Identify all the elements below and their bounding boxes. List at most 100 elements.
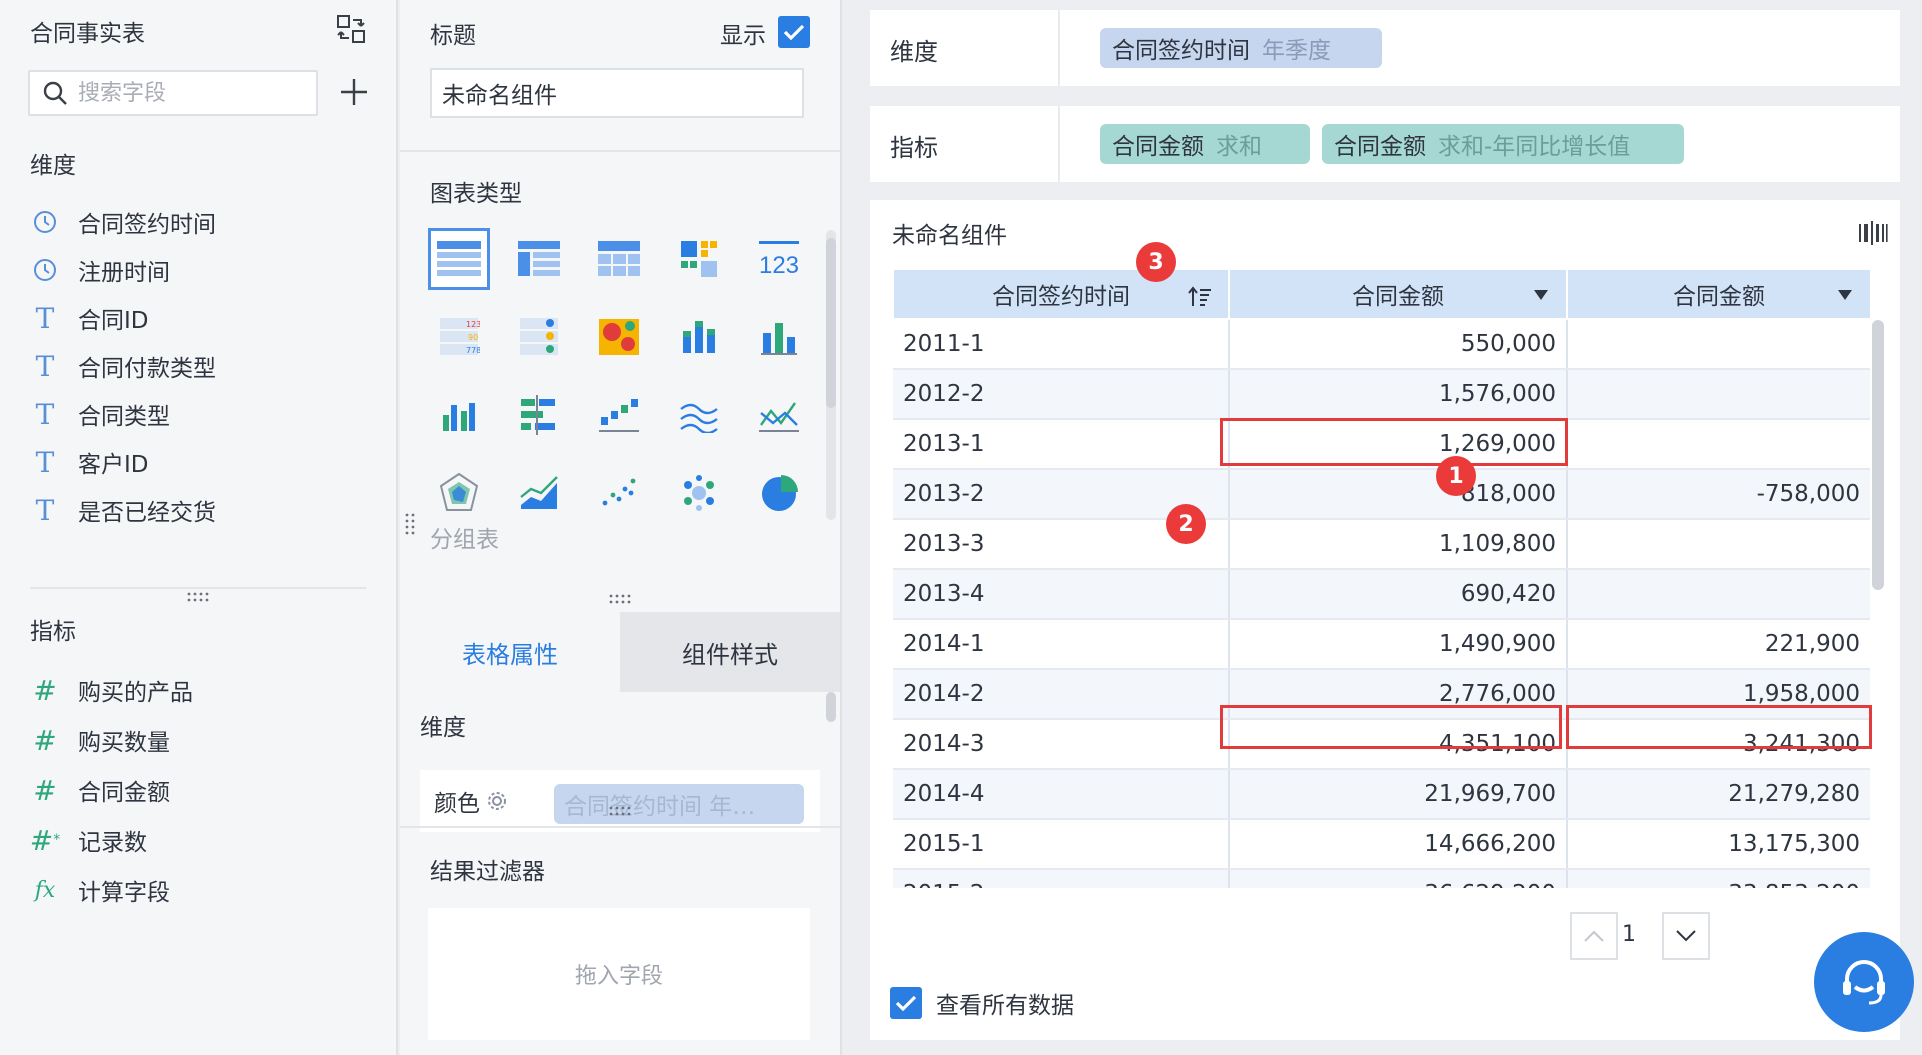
tab-table-properties[interactable]: 表格属性 [400,612,620,692]
indicator-field[interactable]: # 合同金额 [30,770,170,810]
table-cell[interactable]: 221,900 [1567,619,1870,670]
dimension-field[interactable]: T 是否已经交货 [30,490,216,530]
radar-chart-icon[interactable] [428,462,490,524]
dimension-field[interactable]: 注册时间 [30,250,170,290]
next-page-button[interactable] [1662,912,1710,960]
step-column-chart-icon[interactable] [588,384,650,446]
customer-support-button[interactable] [1814,932,1914,1032]
table-cell[interactable]: 2011-1 [893,319,1230,370]
indicator-field[interactable]: # 购买数量 [30,720,170,760]
table-cell[interactable]: 818,000 [1229,469,1568,520]
column-chart-icon[interactable] [748,306,810,368]
area-line-chart-icon[interactable] [668,384,730,446]
title-input[interactable]: 未命名组件 [430,68,804,118]
view-all-data-toggle[interactable]: 查看所有数据 [890,986,1074,1020]
table-cell[interactable]: 36,629,200 [1229,869,1568,888]
color-field-pill[interactable]: 合同签约时间 年… [554,784,804,824]
indicator-pill[interactable]: 合同金额 求和-年同比增长值 [1322,124,1684,164]
prev-page-button[interactable] [1570,912,1618,960]
table-cell[interactable]: 2012-2 [893,369,1230,420]
sort-icon[interactable] [1188,286,1212,308]
dropdown-triangle-icon[interactable] [1836,286,1854,304]
table-cell[interactable]: 33,853,200 [1567,869,1870,888]
pie-chart-icon[interactable] [748,462,810,524]
filter-drop-zone[interactable]: 拖入字段 [428,908,810,1040]
table-cell[interactable] [1567,319,1870,370]
resize-handle-icon[interactable] [186,592,212,602]
search-input[interactable] [78,80,298,106]
detail-table-chart-icon[interactable] [588,228,650,290]
indicator-shelf[interactable]: 指标 合同金额 求和 合同金额 求和-年同比增长值 [870,106,1900,182]
pill-field: 合同金额 [1112,134,1204,160]
dimension-field[interactable]: 合同签约时间 [30,202,216,242]
bubble-chart-icon[interactable] [668,462,730,524]
table-cell[interactable]: 2013-4 [893,569,1230,620]
column-header[interactable]: 合同金额 [1228,268,1568,320]
heatmap-chart-icon[interactable] [588,306,650,368]
table-cell[interactable]: 2014-3 [893,719,1230,770]
resize-handle-icon[interactable] [608,594,634,604]
table-cell[interactable]: 2015-1 [893,819,1230,870]
table-cell[interactable]: 13,175,300 [1567,819,1870,870]
dimension-shelf[interactable]: 维度 合同签约时间 年季度 [870,10,1900,86]
multi-column-chart-icon[interactable] [428,384,490,446]
table-cell[interactable]: 2015-2 [893,869,1230,888]
resize-handle-icon[interactable] [608,806,634,816]
dimension-shelf-label: 维度 [890,38,938,66]
area-chart-icon[interactable] [508,462,570,524]
table-cell[interactable] [1567,419,1870,470]
group-table-chart-icon[interactable] [428,228,490,290]
column-header[interactable]: 合同签约时间 [892,268,1230,320]
switch-dataset-icon[interactable] [336,14,366,44]
table-cell[interactable]: 21,969,700 [1229,769,1568,820]
table-scrollbar[interactable] [1872,320,1884,890]
show-title-checkbox[interactable] [778,16,810,48]
checkmark-icon [783,24,805,41]
property-scrollbar[interactable] [826,692,836,822]
gear-icon[interactable] [486,790,508,812]
chart-type-scrollbar[interactable] [826,230,836,520]
search-field-box[interactable] [28,70,318,116]
indicator-field[interactable]: # 购买的产品 [30,670,193,710]
dimension-field[interactable]: T 合同类型 [30,394,170,434]
table-cell[interactable]: 690,420 [1229,569,1568,620]
table-cell[interactable] [1567,369,1870,420]
indicator-field[interactable]: # * 记录数 [30,820,147,860]
table-cell[interactable] [1567,569,1870,620]
table-cell[interactable]: 1,490,900 [1229,619,1568,670]
line-chart-icon[interactable] [748,384,810,446]
table-cell[interactable]: 1,109,800 [1229,519,1568,570]
vertical-drag-handle-icon[interactable] [405,512,415,538]
table-cell[interactable]: 2014-4 [893,769,1230,820]
stacked-column-chart-icon[interactable] [668,306,730,368]
indicator-pill[interactable]: 合同金额 求和 [1100,124,1310,164]
view-all-checkbox[interactable] [890,987,922,1019]
bar-chart-icon[interactable] [508,384,570,446]
table-cell[interactable]: 1,576,000 [1229,369,1568,420]
property-tabs: 表格属性 组件样式 [400,612,840,692]
scatter-chart-icon[interactable] [588,462,650,524]
table-cell[interactable]: -758,000 [1567,469,1870,520]
kpi-number-chart-icon[interactable]: 123 [748,228,810,290]
tab-component-style[interactable]: 组件样式 [620,612,840,692]
indicator-list-chart-icon[interactable] [508,306,570,368]
dropdown-triangle-icon[interactable] [1532,286,1550,304]
table-cell[interactable]: 550,000 [1229,319,1568,370]
dimension-field[interactable]: T 合同ID [30,298,149,338]
barcode-icon[interactable] [1858,220,1888,246]
table-cell[interactable]: 2014-1 [893,619,1230,670]
dimension-pill[interactable]: 合同签约时间 年季度 [1100,28,1382,68]
cross-table-chart-icon[interactable] [508,228,570,290]
table-cell[interactable]: 21,279,280 [1567,769,1870,820]
column-header[interactable]: 合同金额 [1566,268,1870,320]
table-cell[interactable]: 14,666,200 [1229,819,1568,870]
indicator-field[interactable]: fx 计算字段 [30,870,170,910]
table-cell[interactable] [1567,519,1870,570]
table-cell[interactable]: 2013-1 [893,419,1230,470]
color-table-chart-icon[interactable] [668,228,730,290]
table-cell[interactable]: 2014-2 [893,669,1230,720]
dimension-field[interactable]: T 客户ID [30,442,149,482]
add-field-icon[interactable] [338,76,370,108]
number-list-chart-icon[interactable]: 123 90 778 [428,306,490,368]
dimension-field[interactable]: T 合同付款类型 [30,346,216,386]
